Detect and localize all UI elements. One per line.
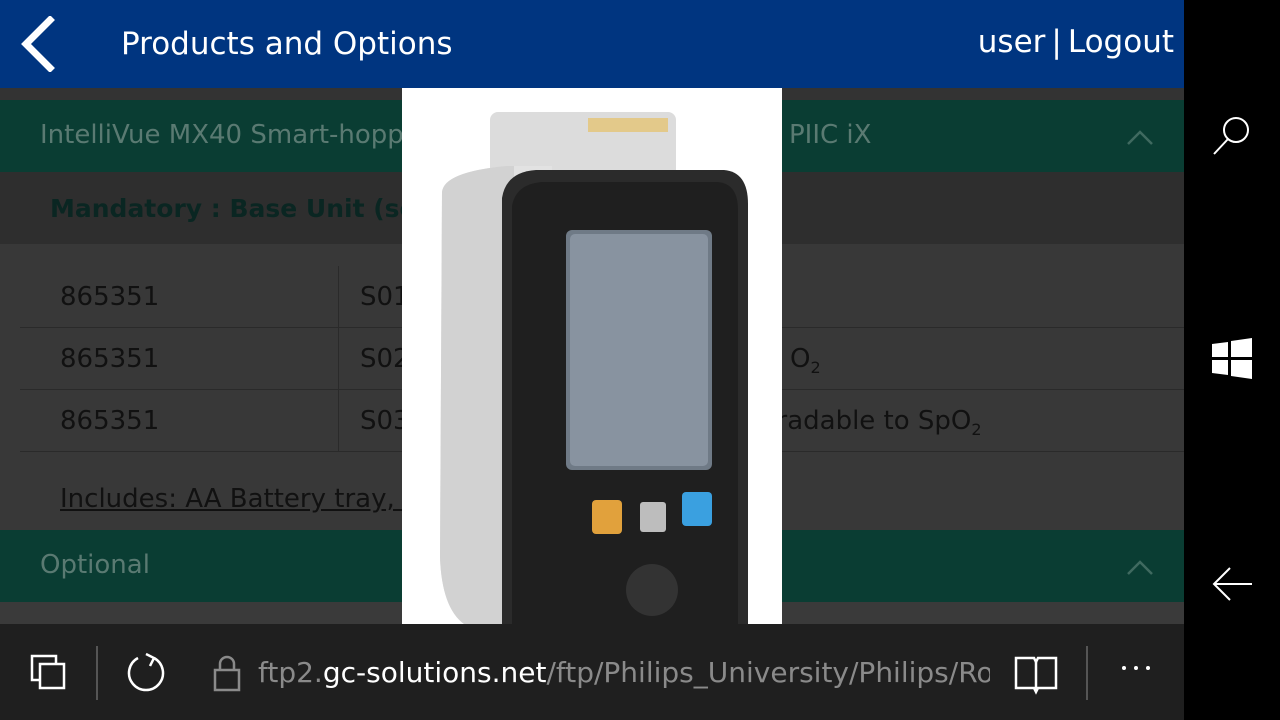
more-icon[interactable] xyxy=(1118,658,1154,678)
search-icon[interactable] xyxy=(1208,112,1256,160)
back-button[interactable] xyxy=(14,14,62,74)
product-section-title: IntelliVue MX40 Smart-hoppi xyxy=(40,120,412,150)
url-prefix: ftp2. xyxy=(258,656,323,689)
nav-back-arrow-icon[interactable] xyxy=(1208,560,1256,608)
patient-monitor-device-image xyxy=(402,88,782,624)
refresh-icon[interactable] xyxy=(124,650,168,694)
product-code: 865351 xyxy=(60,344,160,374)
toolbar-separator xyxy=(1086,646,1088,700)
optional-section-title: Optional xyxy=(40,550,150,580)
column-divider xyxy=(338,328,339,390)
url-host: gc-solutions.net xyxy=(322,656,547,689)
column-divider xyxy=(338,390,339,452)
user-area: user | Logout xyxy=(978,24,1174,60)
app-header: Products and Options user | Logout xyxy=(0,0,1184,88)
product-image-popup[interactable] xyxy=(402,88,782,624)
page-title: Products and Options xyxy=(121,26,453,62)
user-link[interactable]: user xyxy=(978,24,1046,60)
url-text[interactable]: ftp2.gc-solutions.net/ftp/Philips_Univer… xyxy=(258,656,990,689)
option-description: gradable to SpO2 xyxy=(760,406,982,439)
chevron-up-icon[interactable] xyxy=(1126,554,1154,582)
product-code: 865351 xyxy=(60,282,160,312)
subscript: 2 xyxy=(971,420,982,440)
column-divider xyxy=(338,266,339,328)
windows-start-icon[interactable] xyxy=(1208,334,1256,382)
browser-address-bar: ftp2.gc-solutions.net/ftp/Philips_Univer… xyxy=(0,624,1184,720)
tabs-icon[interactable] xyxy=(28,652,68,692)
subscript: 2 xyxy=(810,358,821,378)
chevron-up-icon[interactable] xyxy=(1126,124,1154,152)
url-path: /ftp/Philips_University/Philips/Row_ xyxy=(546,656,990,689)
windows-nav-bar xyxy=(1184,0,1280,720)
option-description-text: gradable to SpO xyxy=(760,406,972,436)
back-chevron-icon xyxy=(21,16,55,72)
mandatory-subheader-text: Mandatory : Base Unit (sel xyxy=(50,194,426,223)
product-code: 865351 xyxy=(60,406,160,436)
user-separator: | xyxy=(1051,24,1062,60)
reading-view-icon[interactable] xyxy=(1012,652,1060,696)
app-viewport: Products and Options user | Logout Intelli… xyxy=(0,0,1184,624)
logout-link[interactable]: Logout xyxy=(1068,24,1174,60)
toolbar-separator xyxy=(96,646,98,700)
option-description: O2 xyxy=(790,344,821,377)
includes-link[interactable]: Includes: AA Battery tray, Qu xyxy=(60,484,440,514)
product-section-title-right: PIIC iX xyxy=(789,120,872,150)
option-description-text: O xyxy=(790,344,811,374)
lock-icon xyxy=(213,655,241,692)
